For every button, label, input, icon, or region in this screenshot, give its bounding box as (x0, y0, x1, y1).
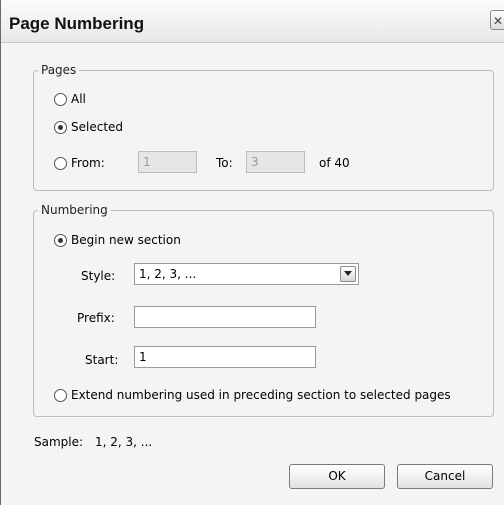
style-select[interactable]: 1, 2, 3, ... (134, 263, 359, 285)
ok-button[interactable]: OK (289, 464, 385, 489)
dialog-title: Page Numbering (9, 14, 145, 33)
start-label: Start: (85, 353, 119, 367)
cancel-button[interactable]: Cancel (397, 464, 493, 489)
to-page-input[interactable]: 3 (246, 151, 305, 173)
radio-from-label: From: (71, 156, 105, 170)
chevron-down-icon[interactable] (340, 266, 356, 282)
sample-value: 1, 2, 3, ... (95, 435, 153, 449)
close-icon: ✕ (493, 14, 504, 28)
style-select-value: 1, 2, 3, ... (139, 267, 197, 281)
sample-label: Sample: (34, 435, 84, 449)
radio-from[interactable] (54, 157, 67, 170)
start-input[interactable]: 1 (134, 346, 316, 368)
style-label: Style: (81, 269, 116, 283)
radio-begin-new-section[interactable] (54, 234, 67, 247)
radio-selected[interactable] (54, 121, 67, 134)
page-count-label: of 40 (319, 156, 350, 170)
from-page-input[interactable]: 1 (138, 151, 197, 173)
close-button[interactable]: ✕ (490, 10, 504, 30)
radio-selected-label: Selected (71, 120, 124, 134)
prefix-label: Prefix: (77, 311, 115, 325)
title-bar: Page Numbering ✕ (1, 0, 504, 43)
pages-legend: Pages (41, 63, 77, 77)
radio-extend-numbering-label: Extend numbering used in preceding secti… (71, 388, 451, 402)
radio-begin-new-section-label: Begin new section (71, 233, 181, 247)
radio-extend-numbering[interactable] (54, 389, 67, 402)
radio-all-label: All (71, 92, 86, 106)
prefix-input[interactable] (134, 306, 316, 328)
radio-all[interactable] (54, 93, 67, 106)
to-label: To: (216, 156, 233, 170)
page-numbering-dialog: Page Numbering ✕ Pages All Selected From… (0, 0, 504, 505)
numbering-legend: Numbering (41, 203, 108, 217)
